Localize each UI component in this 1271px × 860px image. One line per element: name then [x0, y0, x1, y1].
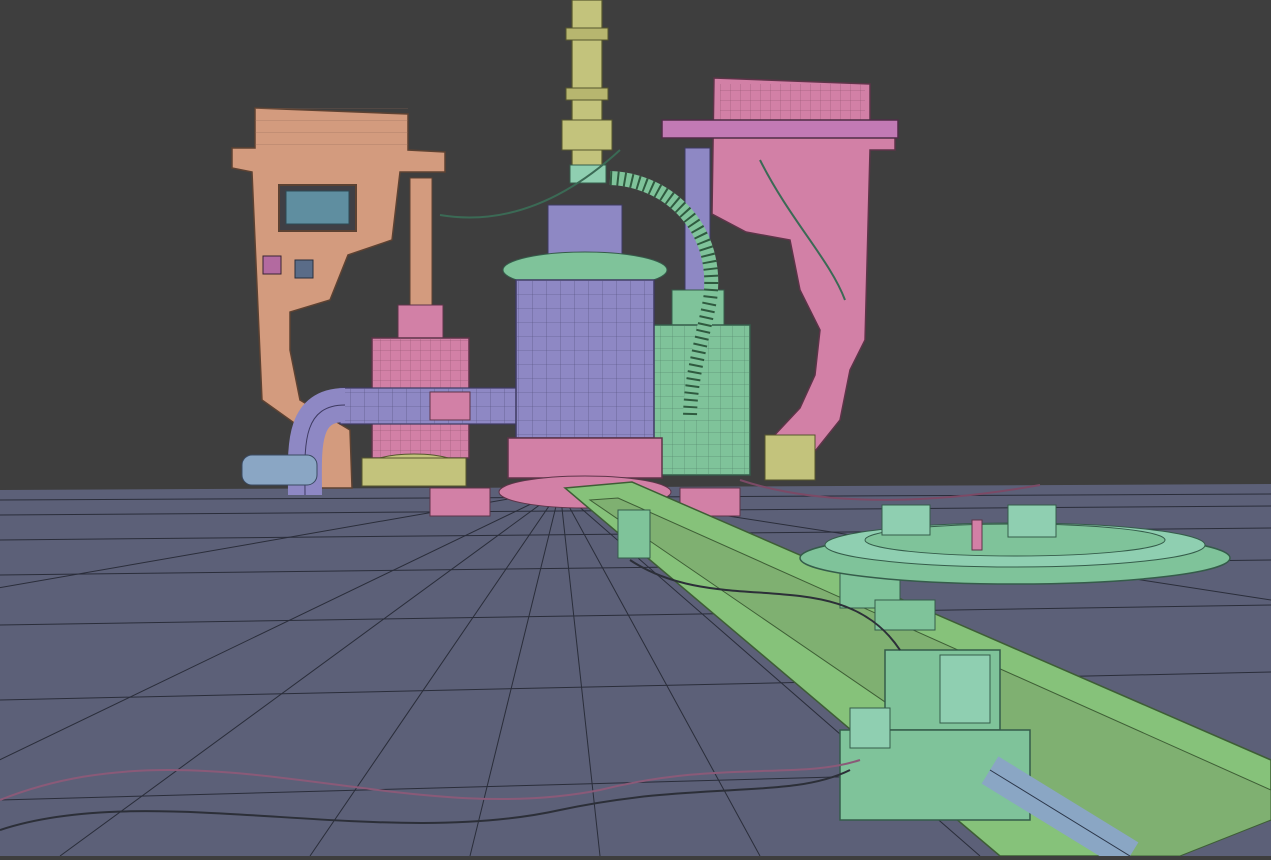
- 3d-viewport[interactable]: [0, 0, 1271, 860]
- base-pad-left: [429, 487, 491, 517]
- scene-render: [0, 0, 1271, 860]
